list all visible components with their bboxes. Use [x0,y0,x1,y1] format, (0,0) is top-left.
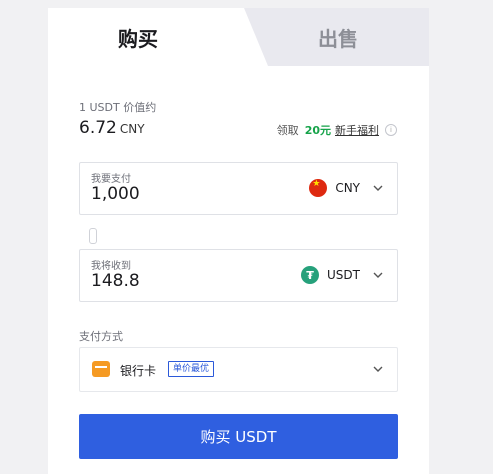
cny-flag-icon [309,179,328,197]
trade-card: 购买 出售 1 USDT 价值约 6.72 CNY 领取 20元 新手福利 i 我… [48,8,429,474]
promo: 领取 20元 新手福利 i [277,122,397,138]
receive-label: 我将收到 [91,261,131,272]
rate-number: 6.72 [79,118,117,138]
pay-currency-select[interactable]: CNY [309,178,384,198]
tab-buy[interactable]: 购买 [88,8,188,66]
pay-currency-code: CNY [335,181,360,195]
promo-amount: 20元 [304,124,331,137]
receive-currency-code: USDT [327,268,360,282]
chevron-down-icon [373,366,383,372]
best-price-badge: 单价最优 [168,361,215,377]
bank-card-icon [92,361,110,377]
promo-prefix: 领取 [276,124,299,137]
rate-value: 6.72 CNY [79,118,145,138]
payment-method-select[interactable]: 银行卡 单价最优 [79,347,398,392]
receive-field: 我将收到 ₮ USDT [79,249,398,302]
pay-amount-input[interactable] [91,184,251,204]
tab-sell[interactable]: 出售 [288,8,388,66]
payment-method-name: 银行卡 [120,364,157,378]
promo-link[interactable]: 新手福利 [335,122,379,138]
usdt-icon: ₮ [301,266,320,284]
info-icon[interactable]: i [385,124,397,136]
receive-currency-select[interactable]: ₮ USDT [301,265,384,285]
trade-tabs: 购买 出售 [48,8,429,66]
rate-caption: 1 USDT 价值约 [79,101,157,114]
payment-method-caption: 支付方式 [79,330,123,343]
receive-amount-input[interactable] [91,271,251,291]
field-connector [89,228,97,244]
buy-usdt-button[interactable]: 购买 USDT [79,414,398,459]
pay-label: 我要支付 [91,174,131,185]
chevron-down-icon [373,272,383,278]
chevron-down-icon [373,185,383,191]
rate-unit: CNY [119,122,145,136]
pay-field: 我要支付 CNY [79,162,398,215]
